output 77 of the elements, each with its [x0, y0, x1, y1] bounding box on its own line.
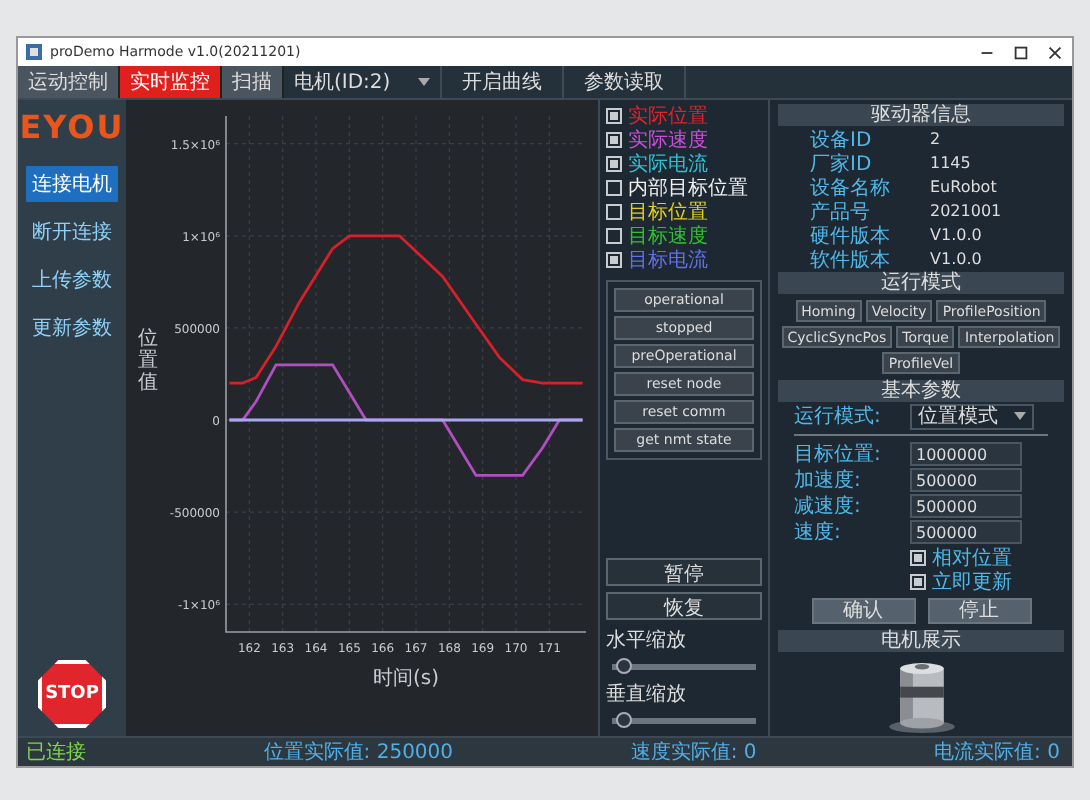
legend-checkbox[interactable]	[606, 251, 622, 267]
slider-label: 水平缩放	[606, 627, 688, 654]
legend-checkbox[interactable]	[606, 179, 622, 195]
input-field[interactable]: 500000	[910, 468, 1022, 492]
legend-label: 实际电流	[628, 151, 708, 177]
info-value: V1.0.0	[930, 250, 982, 268]
legend-checkbox[interactable]	[606, 227, 622, 243]
status-text: 位置实际值: 250000	[263, 739, 454, 766]
caret-icon	[418, 78, 431, 86]
axis-title: 位置值	[138, 328, 158, 394]
tab[interactable]: 实时监控	[120, 66, 222, 98]
pause-resume-button[interactable]: 暂停	[606, 558, 762, 586]
slider-thumb[interactable]	[615, 712, 632, 728]
sidebar-item[interactable]: 连接电机	[26, 166, 118, 202]
device-select[interactable]: 电机(ID:2)	[284, 66, 443, 98]
status-text: 已连接	[26, 739, 86, 766]
mode-select[interactable]: 位置模式	[910, 403, 1034, 429]
pause-resume-button[interactable]: 恢复	[606, 592, 762, 620]
toolbar-button[interactable]: 开启曲线	[442, 66, 565, 98]
info-label: 软件版本	[810, 247, 892, 271]
info-label: 厂家ID	[810, 151, 874, 177]
tab[interactable]: 扫描	[222, 66, 284, 98]
legend-label: 内部目标位置	[628, 175, 748, 201]
legend-label: 实际速度	[628, 127, 708, 153]
legend-checkbox[interactable]	[606, 107, 622, 123]
field-label: 速度:	[794, 519, 843, 546]
slider-track[interactable]	[612, 712, 756, 728]
checkbox-label: 立即更新	[932, 569, 1012, 595]
status-text: 速度实际值: 0	[630, 739, 757, 766]
legend-label: 实际位置	[628, 103, 708, 129]
field-label: 减速度:	[794, 493, 863, 520]
info-value: 1145	[930, 154, 971, 172]
sidebar-item[interactable]: 更新参数	[26, 310, 118, 346]
section-header: 运行模式	[778, 272, 1064, 294]
info-value: EuRobot	[930, 178, 997, 196]
section-header: 电机展示	[778, 630, 1064, 652]
slider-thumb[interactable]	[615, 658, 632, 674]
input-field[interactable]: 500000	[910, 520, 1022, 544]
info-label: 产品号	[810, 199, 870, 225]
status-text: 电流实际值: 0	[934, 739, 1060, 766]
field-label: 运行模式:	[794, 403, 883, 430]
legend-label: 目标位置	[628, 199, 708, 225]
field-label: 目标位置:	[794, 441, 883, 468]
info-value: V1.0.0	[930, 226, 982, 244]
info-label: 设备名称	[810, 175, 892, 201]
sidebar-item[interactable]: 断开连接	[26, 214, 118, 250]
section-header: 驱动器信息	[778, 104, 1064, 126]
stop-button[interactable]: STOP	[38, 660, 106, 728]
app-icon	[26, 44, 42, 60]
info-value: 2	[930, 130, 941, 148]
field-label: 加速度:	[794, 467, 863, 494]
legend-label: 目标电流	[628, 247, 708, 273]
toolbar-button[interactable]: 参数读取	[564, 66, 687, 98]
tab[interactable]: 运动控制	[18, 66, 120, 98]
info-label: 硬件版本	[810, 223, 892, 249]
param-button[interactable]: 停止	[927, 598, 1031, 624]
caret-icon	[1014, 412, 1026, 420]
info-label: 设备ID	[810, 127, 874, 153]
slider-track[interactable]	[612, 658, 756, 674]
legend-label: 目标速度	[628, 223, 708, 249]
legend-checkbox[interactable]	[606, 131, 622, 147]
info-value: 2021001	[930, 202, 1002, 220]
maximize-icon[interactable]	[1012, 43, 1030, 61]
sidebar-item[interactable]: 上传参数	[26, 262, 118, 298]
legend-checkbox[interactable]	[606, 203, 622, 219]
legend-checkbox[interactable]	[606, 155, 622, 171]
checkbox[interactable]	[910, 573, 926, 589]
logo: EYOU	[19, 108, 125, 146]
section-header: 基本参数	[778, 380, 1064, 402]
axis-title: 时间(s)	[373, 668, 439, 690]
input-field[interactable]: 500000	[910, 494, 1022, 518]
checkbox-label: 相对位置	[932, 545, 1012, 571]
slider-label: 垂直缩放	[606, 681, 688, 708]
checkbox[interactable]	[910, 549, 926, 565]
input-field[interactable]: 1000000	[910, 442, 1022, 466]
param-button[interactable]: 确认	[811, 598, 915, 624]
close-icon[interactable]	[1046, 43, 1064, 61]
